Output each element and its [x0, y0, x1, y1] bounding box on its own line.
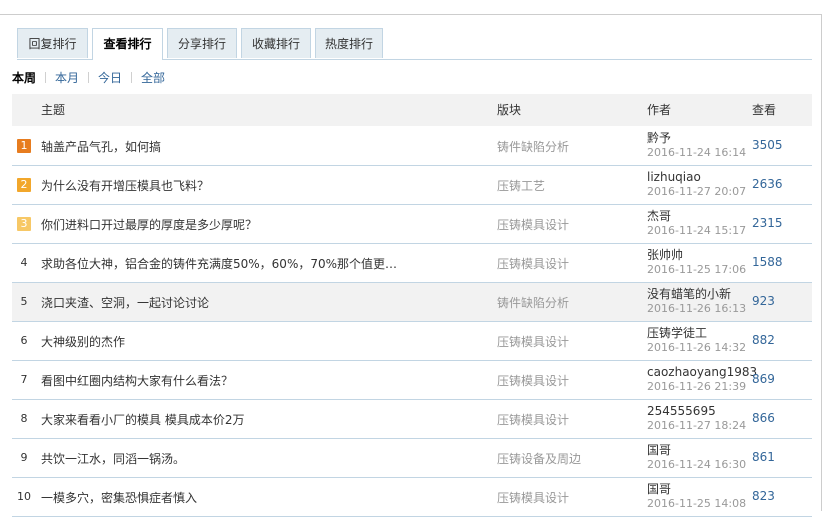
post-date: 2016-11-26 16:13 [647, 302, 747, 315]
author-link[interactable]: 张帅帅 [647, 248, 683, 262]
rank-badge: 10 [17, 490, 31, 503]
view-count: 2636 [752, 177, 783, 191]
table-header: 主题 版块 作者 查看 [12, 94, 812, 126]
filter-all[interactable]: 全部 [141, 71, 165, 85]
forum-link[interactable]: 压铸模具设计 [497, 333, 569, 350]
table-row: 5 浇口夹渣、空洞，一起讨论讨论 铸件缺陷分析 没有蜡笔的小新 2016-11-26 1… [12, 283, 812, 322]
table-row: 9 共饮一江水，同滔一锅汤。 压铸设备及周边 国哥 2016-11-24 16:30 86… [12, 439, 812, 478]
tab-share-ranking[interactable]: 分享排行 [167, 28, 237, 58]
header-subject: 主题 [41, 103, 66, 117]
filter-this-week[interactable]: 本周 [12, 71, 36, 85]
post-date: 2016-11-24 15:17 [647, 224, 747, 237]
author-link[interactable]: caozhaoyang1983 [647, 365, 757, 379]
ranking-tabs: 回复排行 查看排行 分享排行 收藏排行 热度排行 [17, 28, 812, 60]
post-date: 2016-11-26 14:32 [647, 341, 747, 354]
forum-link[interactable]: 压铸设备及周边 [497, 450, 581, 467]
period-filter: 本周 本月 今日 全部 [12, 70, 165, 86]
author-link[interactable]: 没有蜡笔的小新 [647, 287, 731, 301]
header-author: 作者 [647, 103, 672, 117]
rank-badge: 3 [17, 217, 31, 231]
thread-title-link[interactable]: 一模多穴，密集恐惧症者慎入 [41, 489, 401, 506]
view-count: 1588 [752, 255, 783, 269]
forum-link[interactable]: 压铸模具设计 [497, 489, 569, 506]
thread-title-link[interactable]: 求助各位大神，铝合金的铸件充满度50%，60%，70%那个值更… [41, 255, 401, 272]
post-date: 2016-11-24 16:14 [647, 146, 747, 159]
view-count: 2315 [752, 216, 783, 230]
tab-favorite-ranking[interactable]: 收藏排行 [241, 28, 311, 58]
tab-reply-ranking[interactable]: 回复排行 [17, 28, 88, 58]
divider [131, 72, 133, 83]
table-row: 10 一模多穴，密集恐惧症者慎入 压铸模具设计 国哥 2016-11-25 14:08 8… [12, 478, 812, 517]
post-date: 2016-11-25 17:06 [647, 263, 747, 276]
thread-title-link[interactable]: 大神级别的杰作 [41, 333, 401, 350]
author-link[interactable]: 国哥 [647, 443, 671, 457]
forum-link[interactable]: 压铸模具设计 [497, 372, 569, 389]
view-count: 823 [752, 489, 775, 503]
author-link[interactable]: 黔予 [647, 131, 671, 145]
author-link[interactable]: 国哥 [647, 482, 671, 496]
author-link[interactable]: 压铸学徒工 [647, 326, 707, 340]
filter-today[interactable]: 今日 [98, 71, 122, 85]
post-date: 2016-11-24 16:30 [647, 458, 747, 471]
rank-badge: 7 [20, 373, 28, 386]
view-count: 3505 [752, 138, 783, 152]
divider [45, 72, 47, 83]
rank-badge: 6 [20, 334, 28, 347]
view-count: 923 [752, 294, 775, 308]
table-row: 3 你们进料口开过最厚的厚度是多少厚呢？ 压铸模具设计 杰哥 2016-11-24 15… [12, 205, 812, 244]
thread-title-link[interactable]: 你们进料口开过最厚的厚度是多少厚呢？ [41, 216, 401, 233]
table-row: 8 大家来看看小厂的模具 模具成本价2万 压铸模具设计 254555695 2016-1… [12, 400, 812, 439]
rank-badge: 8 [20, 412, 28, 425]
table-row: 6 大神级别的杰作 压铸模具设计 压铸学徒工 2016-11-26 14:32 882 [12, 322, 812, 361]
post-date: 2016-11-25 14:08 [647, 497, 747, 510]
forum-link[interactable]: 压铸模具设计 [497, 411, 569, 428]
thread-title-link[interactable]: 轴盖产品气孔，如何搞 [41, 138, 401, 155]
thread-title-link[interactable]: 大家来看看小厂的模具 模具成本价2万 [41, 411, 401, 428]
view-count: 861 [752, 450, 775, 464]
view-count: 866 [752, 411, 775, 425]
view-count: 869 [752, 372, 775, 386]
table-row: 1 轴盖产品气孔，如何搞 铸件缺陷分析 黔予 2016-11-24 16:14 3505 [12, 127, 812, 166]
thread-title-link[interactable]: 共饮一江水，同滔一锅汤。 [41, 450, 401, 467]
view-count: 882 [752, 333, 775, 347]
rank-badge: 5 [20, 295, 28, 308]
rank-badge: 4 [20, 256, 28, 269]
rank-badge: 1 [17, 139, 31, 153]
thread-title-link[interactable]: 看图中红圈内结构大家有什么看法？ [41, 372, 401, 389]
forum-link[interactable]: 铸件缺陷分析 [497, 138, 569, 155]
post-date: 2016-11-26 21:39 [647, 380, 747, 393]
table-row: 2 为什么没有开增压模具也飞料？ 压铸工艺 lizhuqiao 2016-11-27 2… [12, 166, 812, 205]
post-date: 2016-11-27 18:24 [647, 419, 747, 432]
header-forum: 版块 [497, 103, 522, 117]
table-row: 7 看图中红圈内结构大家有什么看法？ 压铸模具设计 caozhaoyang1983 20… [12, 361, 812, 400]
thread-title-link[interactable]: 浇口夹渣、空洞，一起讨论讨论 [41, 294, 401, 311]
header-views: 查看 [752, 103, 777, 117]
rank-badge: 9 [20, 451, 28, 464]
rank-badge: 2 [17, 178, 31, 192]
author-link[interactable]: lizhuqiao [647, 170, 701, 184]
tab-view-ranking[interactable]: 查看排行 [92, 28, 163, 60]
forum-link[interactable]: 铸件缺陷分析 [497, 294, 569, 311]
forum-link[interactable]: 压铸模具设计 [497, 216, 569, 233]
table-row: 4 求助各位大神，铝合金的铸件充满度50%，60%，70%那个值更… 压铸模具设计 张… [12, 244, 812, 283]
forum-link[interactable]: 压铸模具设计 [497, 255, 569, 272]
post-date: 2016-11-27 20:07 [647, 185, 747, 198]
thread-title-link[interactable]: 为什么没有开增压模具也飞料？ [41, 177, 401, 194]
divider [88, 72, 90, 83]
filter-this-month[interactable]: 本月 [55, 71, 79, 85]
tab-heat-ranking[interactable]: 热度排行 [315, 28, 383, 58]
author-link[interactable]: 杰哥 [647, 209, 671, 223]
author-link[interactable]: 254555695 [647, 404, 716, 418]
forum-link[interactable]: 压铸工艺 [497, 177, 545, 194]
